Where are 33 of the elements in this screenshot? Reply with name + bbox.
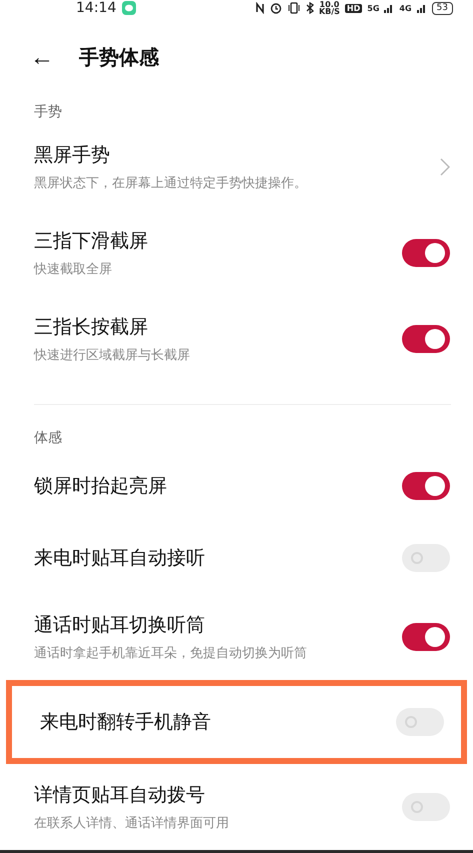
toggle-switch[interactable] bbox=[402, 793, 450, 821]
setting-title[interactable]: 详情页贴耳自动拨号 bbox=[34, 782, 402, 808]
setting-title[interactable]: 来电时贴耳自动接听 bbox=[34, 545, 402, 571]
network-speed: 10.0 KB/S bbox=[318, 1, 340, 15]
network-type: 4G bbox=[399, 4, 412, 12]
setting-title[interactable]: 三指长按截屏 bbox=[34, 314, 402, 340]
setting-title[interactable]: 锁屏时抬起亮屏 bbox=[34, 473, 402, 499]
section-header: 手势 bbox=[34, 102, 62, 121]
setting-description: 黑屏状态下，在屏幕上通过特定手势快捷操作。 bbox=[34, 174, 308, 192]
toggle-switch[interactable] bbox=[396, 708, 444, 736]
battery-level: 53 bbox=[432, 2, 453, 14]
toggle-switch[interactable] bbox=[402, 544, 450, 572]
setting-description: 快速截取全屏 bbox=[34, 260, 113, 278]
toggle-switch[interactable] bbox=[402, 238, 450, 267]
setting-title[interactable]: 三指下滑截屏 bbox=[34, 228, 402, 254]
section-header: 体感 bbox=[34, 429, 62, 448]
hd-badge: HD bbox=[344, 4, 362, 12]
toggle-switch[interactable] bbox=[402, 472, 450, 500]
setting-description: 在联系人详情、通话详情界面可用 bbox=[34, 815, 230, 832]
back-button[interactable]: ← bbox=[30, 44, 60, 72]
setting-title[interactable]: 通话时贴耳切换听筒 bbox=[34, 612, 402, 638]
signal-icon bbox=[416, 3, 427, 13]
setting-description: 快速进行区域截屏与长截屏 bbox=[34, 346, 191, 364]
chevron-icon bbox=[440, 158, 450, 176]
status-time: 14:14 bbox=[76, 0, 116, 16]
toggle-switch[interactable] bbox=[402, 324, 450, 353]
setting-title[interactable]: 来电时翻转手机静音 bbox=[40, 709, 396, 735]
toggle-switch[interactable] bbox=[402, 623, 450, 651]
setting-title[interactable]: 黑屏手势 bbox=[34, 142, 440, 168]
setting-description: 通话时拿起手机靠近耳朵，免提自动切换为听筒 bbox=[34, 645, 308, 662]
signal-icon bbox=[384, 3, 394, 13]
network-type: 5G bbox=[367, 4, 380, 12]
page-title: 手势体感 bbox=[79, 44, 159, 72]
